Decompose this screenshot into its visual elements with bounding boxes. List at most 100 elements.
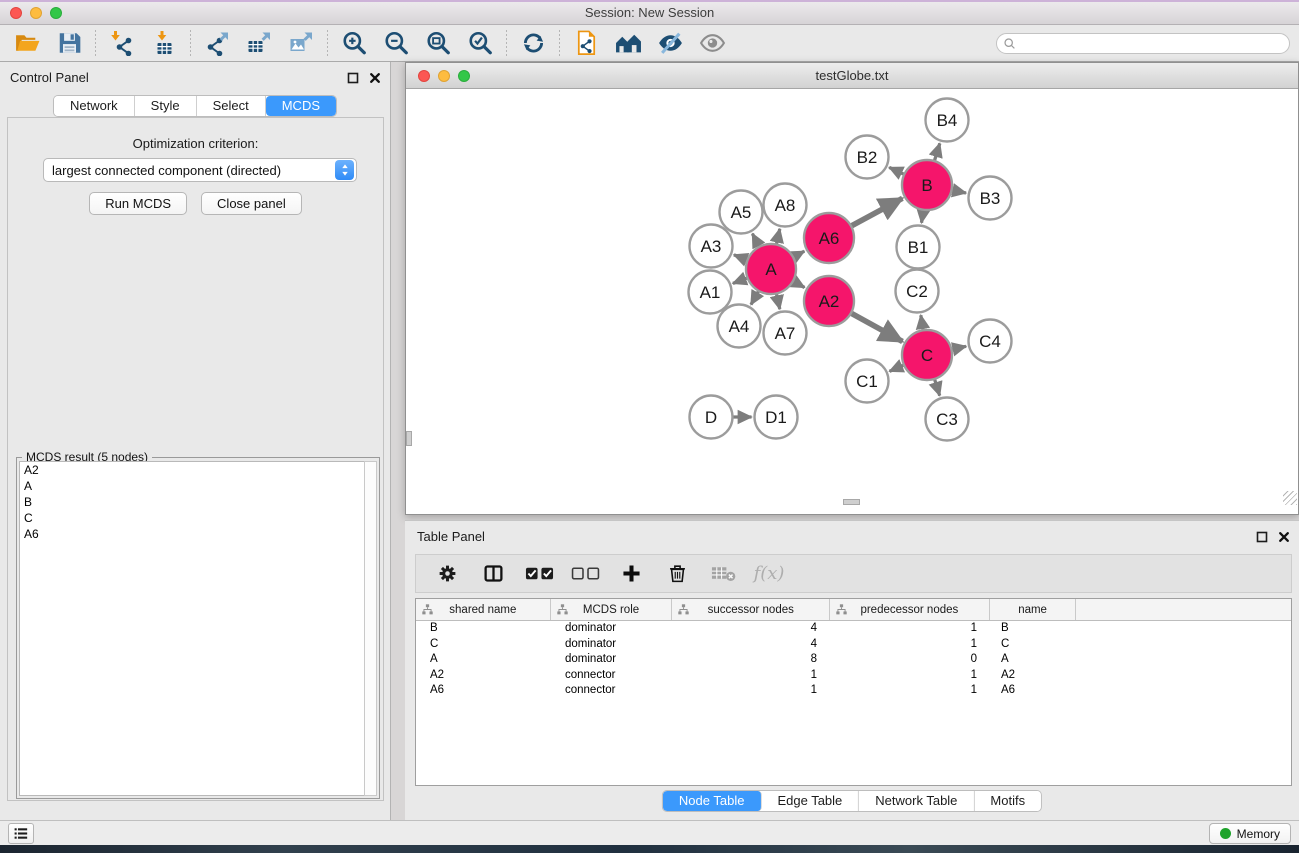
mcds-tab-content: Optimization criterion: largest connecte… bbox=[7, 117, 384, 801]
table-panel: Table Panel f(x) shared nameMCDS rolesuc… bbox=[405, 520, 1299, 820]
table-cell: B bbox=[991, 621, 1078, 637]
node-table: shared nameMCDS rolesuccessor nodesprede… bbox=[415, 598, 1292, 786]
mcds-result-item[interactable]: A bbox=[20, 478, 364, 494]
memory-button[interactable]: Memory bbox=[1209, 823, 1291, 844]
show-column-panel-button[interactable] bbox=[476, 559, 510, 589]
table-row[interactable]: Bdominator41B bbox=[416, 621, 1291, 637]
node-label-A5: A5 bbox=[731, 203, 752, 222]
close-panel-icon[interactable] bbox=[369, 71, 381, 83]
save-session-button[interactable] bbox=[50, 28, 88, 59]
tab-network-table[interactable]: Network Table bbox=[859, 791, 974, 811]
tab-edge-table[interactable]: Edge Table bbox=[761, 791, 859, 811]
table-row[interactable]: Cdominator41C bbox=[416, 637, 1291, 653]
table-cell: A6 bbox=[991, 683, 1078, 699]
column-header-shared-name[interactable]: shared name bbox=[416, 599, 551, 620]
column-header-successor-nodes[interactable]: successor nodes bbox=[672, 599, 830, 620]
close-table-panel-icon[interactable] bbox=[1278, 530, 1290, 542]
hide-selected-button[interactable] bbox=[651, 28, 689, 59]
mcds-result-scrollbar[interactable] bbox=[364, 461, 377, 796]
table-panel-header: Table Panel bbox=[405, 526, 1299, 548]
traffic-lights bbox=[10, 7, 62, 19]
workspace: Control Panel NetworkStyleSelectMCDS Opt… bbox=[0, 62, 1299, 820]
table-cell: A bbox=[991, 652, 1078, 668]
vertical-scrollbar-thumb[interactable] bbox=[406, 431, 412, 446]
function-builder-icon: f(x) bbox=[754, 563, 785, 584]
float-table-panel-icon[interactable] bbox=[1256, 530, 1268, 542]
mcds-result-item[interactable]: A2 bbox=[20, 462, 364, 478]
search-icon bbox=[1003, 37, 1016, 50]
minimize-window-button[interactable] bbox=[30, 7, 42, 19]
cytoscape-app-window: Session: New Session Control Panel Netwo… bbox=[0, 0, 1299, 853]
network-close-button[interactable] bbox=[418, 70, 430, 82]
close-panel-button[interactable]: Close panel bbox=[201, 192, 302, 215]
network-zoom-button[interactable] bbox=[458, 70, 470, 82]
delete-table-icon bbox=[711, 563, 736, 584]
resize-grip[interactable] bbox=[1283, 491, 1297, 505]
export-network-button[interactable] bbox=[198, 28, 236, 59]
show-all-icon bbox=[699, 30, 726, 56]
optimization-dropdown[interactable]: largest connected component (directed) bbox=[43, 158, 357, 182]
table-panel-title: Table Panel bbox=[417, 529, 485, 544]
show-graphics-details-button[interactable] bbox=[609, 28, 647, 59]
import-network-button[interactable] bbox=[103, 28, 141, 59]
mcds-result-item[interactable]: C bbox=[20, 510, 364, 526]
zoom-selected-button[interactable] bbox=[461, 28, 499, 59]
new-network-from-selection-icon bbox=[573, 30, 600, 56]
network-canvas[interactable]: B4B2BB3A5A8A6B1A3AA1C2A2A4A7C4CC1C3DD1 bbox=[406, 89, 1298, 506]
import-table-button[interactable] bbox=[145, 28, 183, 59]
table-row[interactable]: A2connector11A2 bbox=[416, 668, 1291, 684]
delete-column-button[interactable] bbox=[660, 559, 694, 589]
column-header-name[interactable]: name bbox=[990, 599, 1077, 620]
search-input[interactable] bbox=[1016, 35, 1289, 52]
zoom-window-button[interactable] bbox=[50, 7, 62, 19]
add-column-icon bbox=[621, 563, 642, 584]
show-all-button[interactable] bbox=[693, 28, 731, 59]
tab-motifs[interactable]: Motifs bbox=[974, 791, 1041, 811]
zoom-fit-button[interactable] bbox=[419, 28, 457, 59]
open-session-icon bbox=[14, 30, 41, 56]
zoom-in-button[interactable] bbox=[335, 28, 373, 59]
run-mcds-button[interactable]: Run MCDS bbox=[89, 192, 187, 215]
select-all-columns-button[interactable] bbox=[522, 559, 556, 589]
optimization-criterion-label: Optimization criterion: bbox=[8, 136, 383, 151]
close-window-button[interactable] bbox=[10, 7, 22, 19]
horizontal-scrollbar-thumb[interactable] bbox=[843, 499, 860, 505]
node-label-B: B bbox=[921, 176, 932, 195]
export-image-button[interactable] bbox=[282, 28, 320, 59]
tab-node-table[interactable]: Node Table bbox=[663, 791, 762, 811]
mcds-result-item[interactable]: B bbox=[20, 494, 364, 510]
network-minimize-button[interactable] bbox=[438, 70, 450, 82]
tab-network[interactable]: Network bbox=[54, 96, 135, 116]
new-network-from-selection-button[interactable] bbox=[567, 28, 605, 59]
tab-mcds[interactable]: MCDS bbox=[266, 96, 336, 116]
tab-select[interactable]: Select bbox=[197, 96, 266, 116]
node-label-A2: A2 bbox=[819, 292, 840, 311]
mcds-result-item[interactable]: A6 bbox=[20, 526, 364, 542]
main-toolbar bbox=[0, 25, 1299, 62]
open-session-button[interactable] bbox=[8, 28, 46, 59]
table-cell: dominator bbox=[551, 637, 673, 653]
shared-column-icon bbox=[677, 603, 690, 616]
deselect-all-columns-button[interactable] bbox=[568, 559, 602, 589]
function-builder-button: f(x) bbox=[752, 559, 786, 589]
table-cell: 4 bbox=[673, 637, 831, 653]
table-cell: dominator bbox=[551, 621, 673, 637]
add-column-button[interactable] bbox=[614, 559, 648, 589]
column-header-MCDS-role[interactable]: MCDS role bbox=[551, 599, 673, 620]
toolbar-separator bbox=[95, 30, 96, 56]
table-row[interactable]: A6connector11A6 bbox=[416, 683, 1291, 699]
node-label-A1: A1 bbox=[700, 283, 721, 302]
table-settings-gear-button[interactable] bbox=[430, 559, 464, 589]
table-row[interactable]: Adominator80A bbox=[416, 652, 1291, 668]
tab-style[interactable]: Style bbox=[135, 96, 197, 116]
task-history-button[interactable] bbox=[8, 823, 34, 844]
column-header-predecessor-nodes[interactable]: predecessor nodes bbox=[830, 599, 990, 620]
float-panel-icon[interactable] bbox=[347, 71, 359, 83]
refresh-layout-button[interactable] bbox=[514, 28, 552, 59]
column-header-filler bbox=[1076, 599, 1291, 620]
shared-column-icon bbox=[421, 603, 434, 616]
node-label-B4: B4 bbox=[937, 111, 958, 130]
zoom-out-button[interactable] bbox=[377, 28, 415, 59]
node-label-A4: A4 bbox=[729, 317, 750, 336]
export-table-button[interactable] bbox=[240, 28, 278, 59]
